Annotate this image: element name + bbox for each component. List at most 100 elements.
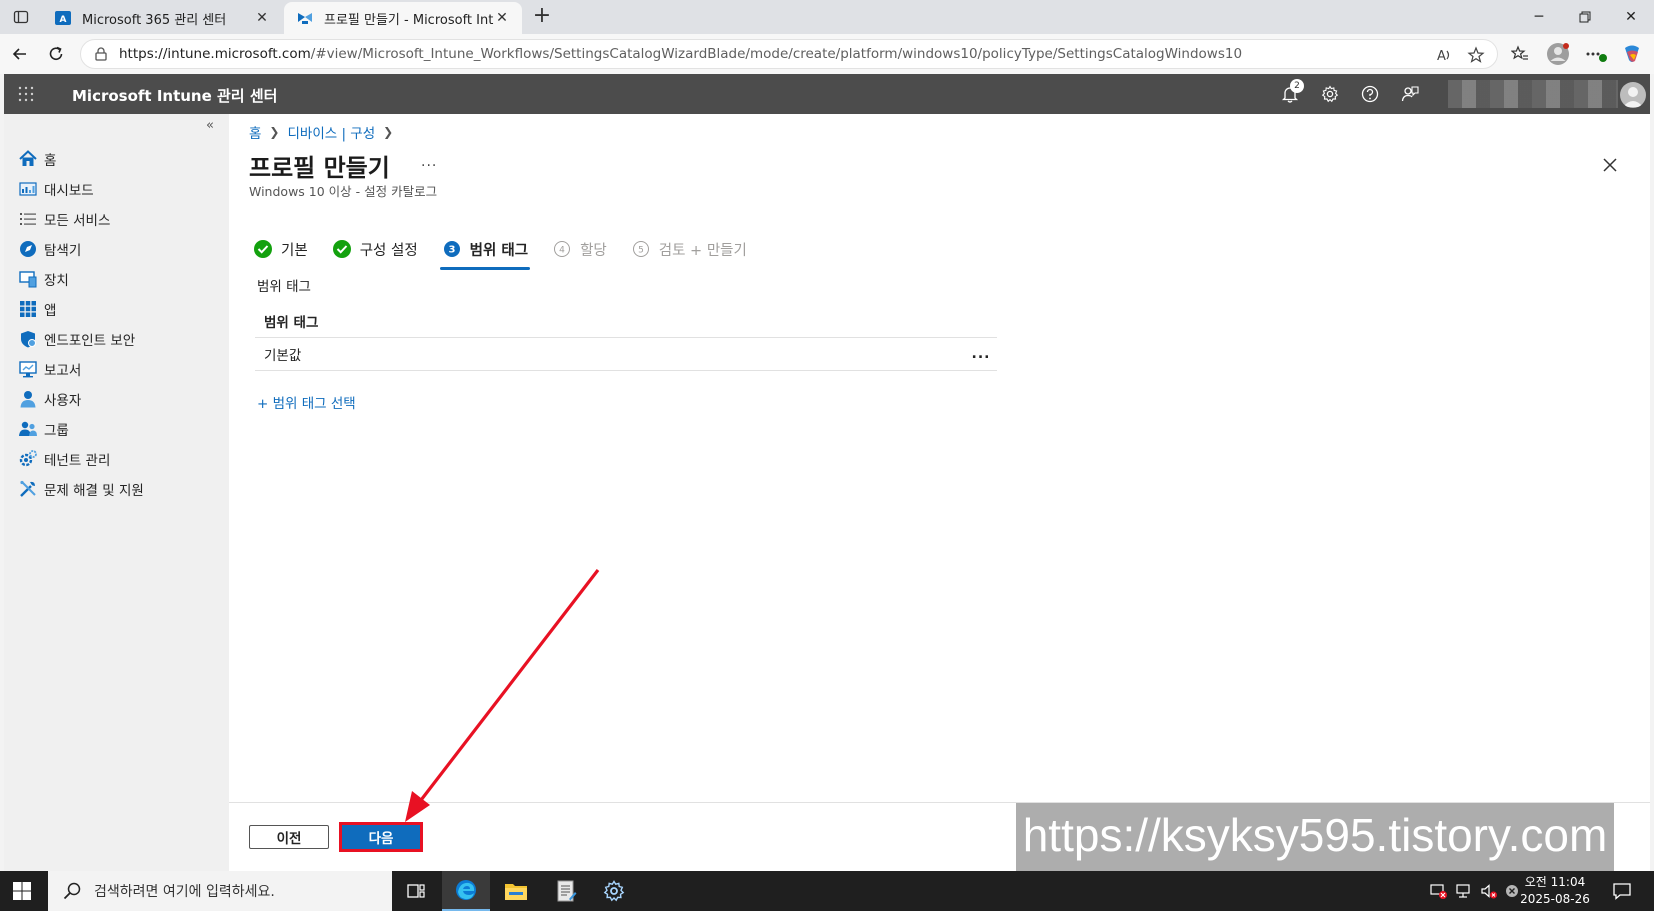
windows-start-icon[interactable]: [12, 881, 32, 901]
page-title: 프로필 만들기: [249, 154, 390, 182]
sidebar-item-label: 홈: [44, 153, 57, 169]
help-icon[interactable]: [1358, 82, 1382, 106]
url-input[interactable]: https://intune.microsoft.com/#view/Micro…: [80, 39, 1498, 69]
table-header: 범위 태그: [255, 304, 997, 338]
more-menu-icon[interactable]: [1584, 42, 1608, 66]
tools-icon: [18, 479, 38, 499]
sidebar-item-label: 대시보드: [44, 183, 94, 199]
step-label: 구성 설정: [359, 242, 418, 259]
device-icon: [18, 269, 38, 289]
sidebar-item-label: 장치: [44, 273, 69, 289]
account-info-blurred[interactable]: [1448, 80, 1618, 108]
previous-button[interactable]: 이전: [249, 825, 329, 849]
browser-tab-intune[interactable]: 프로필 만들기 - Microsoft Intune ✕: [284, 2, 522, 34]
close-icon[interactable]: ✕: [494, 10, 510, 26]
sidebar-item-label: 사용자: [44, 393, 82, 409]
sidebar-item-users[interactable]: 사용자: [18, 384, 223, 414]
new-tab-button[interactable]: +: [530, 5, 554, 29]
sidebar-item-apps[interactable]: 앱: [18, 294, 223, 324]
taskbar: 검색하려면 여기에 입력하세요. 오전 11:04 2025-08-26: [0, 871, 1654, 911]
notepad-icon[interactable]: [542, 871, 590, 911]
bell-icon[interactable]: 2: [1278, 79, 1304, 106]
more-options-icon[interactable]: ...: [421, 154, 437, 170]
main-content: 홈 ❯ 디바이스 | 구성 ❯ 프로필 만들기 ... Windows 10 이…: [229, 114, 1650, 871]
browser-tab-m365[interactable]: A Microsoft 365 관리 센터 ✕: [42, 2, 282, 34]
close-circle-icon[interactable]: [1503, 882, 1521, 900]
taskbar-search-input[interactable]: 검색하려면 여기에 입력하세요.: [48, 871, 392, 911]
app-header: Microsoft Intune 관리 센터 2: [4, 74, 1650, 114]
sidebar-item-troubleshooting[interactable]: 문제 해결 및 지원: [18, 474, 223, 504]
dashboard-icon: [18, 179, 38, 199]
svg-text:5: 5: [638, 246, 644, 256]
notification-center-icon[interactable]: [1612, 881, 1632, 901]
check-circle-icon: [253, 239, 273, 259]
task-view-icon[interactable]: [392, 871, 440, 911]
sidebar-item-all-services[interactable]: 모든 서비스: [18, 204, 223, 234]
app-launcher-icon[interactable]: [18, 86, 34, 102]
notification-badge: 2: [1290, 79, 1304, 93]
tab-step-review-create: 5 검토 + 만들기: [631, 234, 747, 264]
user-icon: [18, 389, 38, 409]
profile-avatar[interactable]: [1546, 42, 1570, 66]
sidebar-item-endpoint-security[interactable]: 엔드포인트 보안: [18, 324, 223, 354]
sidebar-item-explorer[interactable]: 탐색기: [18, 234, 223, 264]
list-icon: [18, 209, 38, 229]
intune-icon: [296, 9, 314, 27]
gear-icon[interactable]: [1318, 82, 1342, 106]
svg-text:A: A: [60, 15, 67, 25]
step-label: 할당: [580, 242, 607, 259]
restore-button[interactable]: [1562, 4, 1608, 30]
sidebar-item-home[interactable]: 홈: [18, 144, 223, 174]
sidebar-item-dashboard[interactable]: 대시보드: [18, 174, 223, 204]
tab-step-scope-tags[interactable]: 3 범위 태그: [439, 234, 531, 270]
favorite-star-icon[interactable]: [1467, 40, 1485, 70]
app-title[interactable]: Microsoft Intune 관리 센터: [72, 85, 277, 106]
sidebar-item-label: 앱: [44, 303, 57, 319]
svg-text:4: 4: [559, 246, 565, 256]
network-icon[interactable]: [1455, 882, 1473, 900]
sidebar-item-label: 모든 서비스: [44, 213, 111, 229]
shield-icon: [18, 329, 38, 349]
sidebar-item-tenant-admin[interactable]: 테넌트 관리: [18, 444, 223, 474]
volume-muted-icon[interactable]: [1480, 882, 1498, 900]
breadcrumb-devices-config-link[interactable]: 디바이스 | 구성: [287, 122, 375, 142]
tab-step-basics[interactable]: 기본: [253, 234, 308, 264]
sidebar-item-label: 테넌트 관리: [44, 453, 111, 469]
breadcrumb: 홈 ❯ 디바이스 | 구성 ❯: [249, 122, 401, 142]
close-window-button[interactable]: ✕: [1608, 4, 1654, 30]
clock-date: 2025-08-26: [1520, 892, 1590, 906]
settings-taskbar-icon[interactable]: [590, 871, 638, 911]
close-icon[interactable]: ✕: [254, 10, 270, 26]
refresh-icon[interactable]: [44, 42, 68, 66]
tab-title: 프로필 만들기 - Microsoft Intune: [324, 12, 494, 28]
group-icon: [18, 419, 38, 439]
page-subtitle: Windows 10 이상 - 설정 카탈로그: [249, 184, 438, 199]
more-options-icon[interactable]: ...: [969, 344, 993, 364]
explorer-icon: [18, 239, 38, 259]
copilot-icon[interactable]: [1620, 42, 1644, 66]
minimize-button[interactable]: ─: [1516, 4, 1562, 30]
favorites-icon[interactable]: [1508, 42, 1532, 66]
read-aloud-icon[interactable]: A: [1435, 40, 1453, 70]
sidebar-item-devices[interactable]: 장치: [18, 264, 223, 294]
sidebar-item-label: 그룹: [44, 423, 69, 439]
file-explorer-icon[interactable]: [492, 871, 540, 911]
sidebar-item-reports[interactable]: 보고서: [18, 354, 223, 384]
lock-icon[interactable]: [93, 46, 109, 62]
sidebar-item-groups[interactable]: 그룹: [18, 414, 223, 444]
sidebar-item-label: 엔드포인트 보안: [44, 333, 136, 349]
security-tray-icon[interactable]: [1430, 882, 1448, 900]
next-button[interactable]: 다음: [342, 825, 420, 849]
back-icon[interactable]: [8, 42, 32, 66]
close-icon[interactable]: [1599, 154, 1621, 176]
edge-taskbar-icon[interactable]: [442, 871, 490, 911]
taskbar-clock[interactable]: 오전 11:04 2025-08-26: [1520, 874, 1590, 908]
collapse-sidebar-icon[interactable]: «: [206, 119, 220, 134]
breadcrumb-home-link[interactable]: 홈: [249, 122, 261, 142]
tab-step-configuration-settings[interactable]: 구성 설정: [332, 234, 418, 264]
section-label: 범위 태그: [257, 279, 311, 295]
tab-actions-icon[interactable]: [8, 6, 34, 28]
feedback-icon[interactable]: [1398, 82, 1422, 106]
select-scope-tags-link[interactable]: + 범위 태그 선택: [257, 392, 356, 412]
avatar[interactable]: [1620, 82, 1646, 108]
